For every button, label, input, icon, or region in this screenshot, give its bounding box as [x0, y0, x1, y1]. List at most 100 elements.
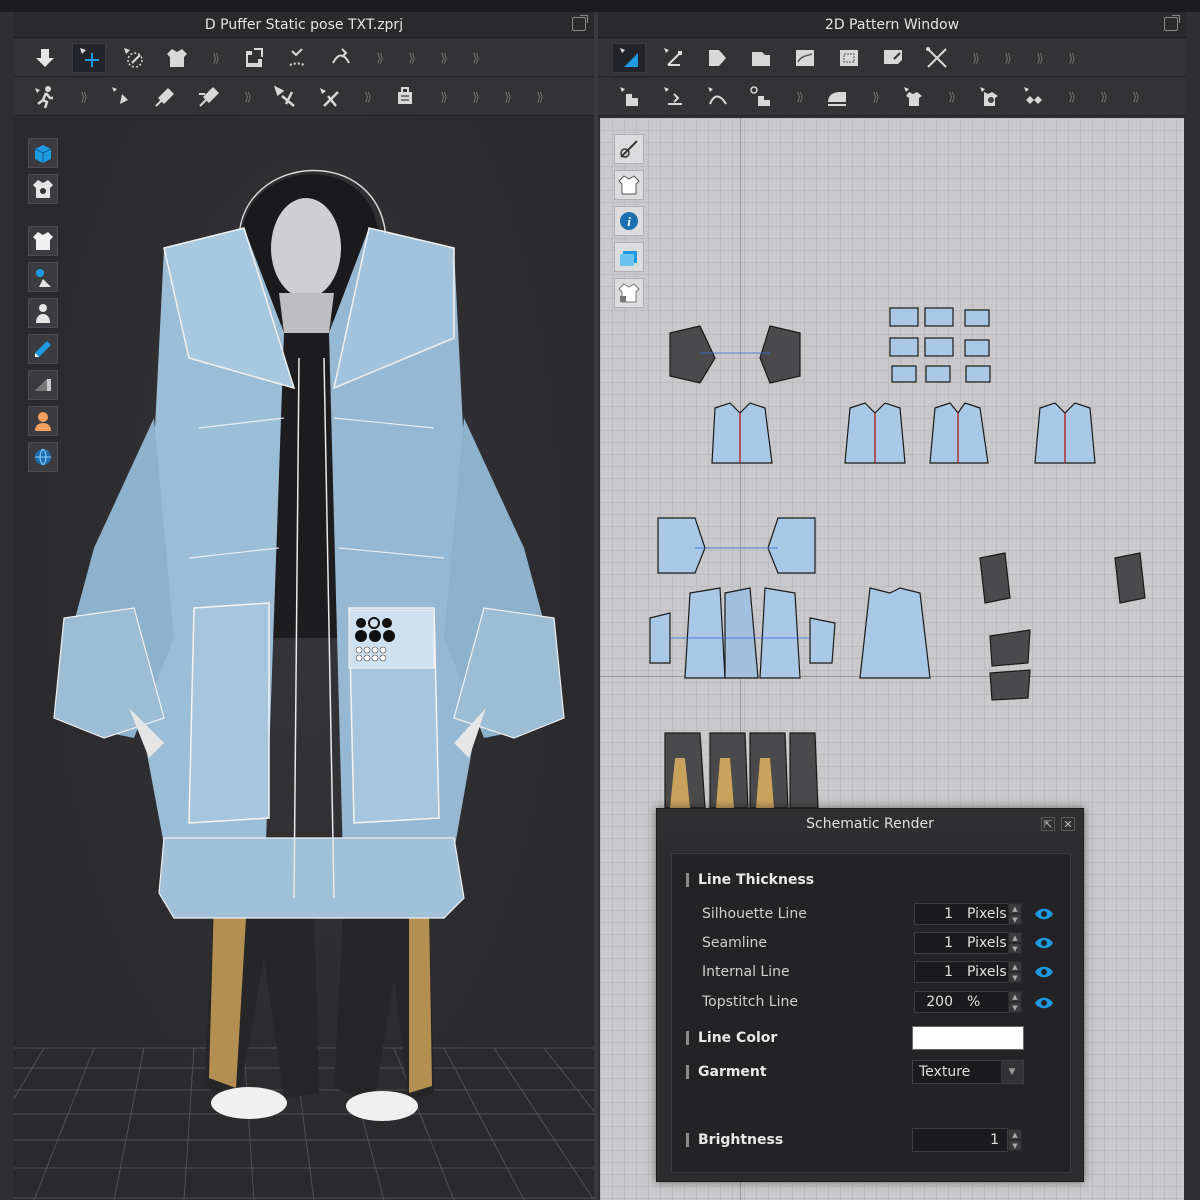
tack-icon[interactable]	[280, 43, 314, 73]
3d-window: D Puffer Static pose TXT.zprj ⟩⟩ ⟩⟩ ⟩⟩ ⟩…	[14, 12, 594, 1200]
toolbar-separator: ⟩⟩	[872, 89, 879, 104]
transform-pattern-icon[interactable]	[612, 42, 646, 73]
toolbar-separator: ⟩⟩	[796, 89, 803, 104]
seamline-input[interactable]: 1 Pixels	[914, 932, 1010, 954]
left-edge	[0, 12, 14, 1200]
internal-line-value: 1	[944, 964, 953, 980]
toolbar-separator: ⟩⟩	[1068, 50, 1075, 65]
app-window: D Puffer Static pose TXT.zprj ⟩⟩ ⟩⟩ ⟩⟩ ⟩…	[0, 0, 1200, 1200]
pin-dialog-icon[interactable]: ⇱	[1041, 817, 1055, 831]
topstitch-line-value: 200	[926, 994, 953, 1010]
internal-line-unit: Pixels	[967, 964, 1007, 980]
garment-select-value: Texture	[919, 1064, 971, 1080]
toolbar-separator: ⟩⟩	[948, 89, 955, 104]
select-mesh-icon[interactable]	[116, 43, 150, 73]
toolbar-separator: ⟩⟩	[1004, 50, 1011, 65]
pin-line-icon[interactable]	[192, 82, 226, 112]
dialog-title: Schematic Render	[806, 816, 934, 832]
line-thickness-heading: Line Thickness	[686, 872, 814, 888]
internal-line-input[interactable]: 1 Pixels	[914, 961, 1010, 983]
silhouette-line-input[interactable]: 1 Pixels	[914, 903, 1010, 925]
seamline-spinner[interactable]: ▲ ▼	[1008, 932, 1022, 954]
toolbar-separator: ⟩⟩	[1068, 89, 1075, 104]
toolbar-separator: ⟩⟩	[376, 50, 383, 65]
pin-box-icon[interactable]	[148, 82, 182, 112]
rectangle-icon[interactable]	[744, 43, 778, 73]
schematic-render-dialog: Schematic Render ⇱ ✕ Line Thickness Silh…	[656, 808, 1084, 1182]
3d-toolbar-row1: ⟩⟩ ⟩⟩ ⟩⟩ ⟩⟩ ⟩⟩	[14, 39, 594, 77]
garment-select[interactable]: Texture ▼	[912, 1060, 1024, 1084]
line-color-heading: Line Color	[686, 1030, 777, 1046]
dart-icon[interactable]	[876, 43, 910, 73]
maximize-2d-icon[interactable]	[1164, 15, 1180, 31]
internal-line-eye-icon[interactable]	[1034, 965, 1054, 979]
line-color-swatch[interactable]	[912, 1026, 1024, 1050]
maximize-3d-icon[interactable]	[572, 15, 588, 31]
brightness-heading: Brightness	[686, 1132, 783, 1148]
silhouette-line-spinner[interactable]: ▲ ▼	[1008, 903, 1022, 925]
2d-toolbar-row2: ⟩⟩ ⟩⟩ ⟩⟩ ⟩⟩ ⟩⟩ ⟩⟩	[598, 78, 1186, 116]
internal-polygon-icon[interactable]	[832, 43, 866, 73]
3d-viewport[interactable]	[14, 118, 594, 1200]
pin-icon[interactable]	[104, 82, 138, 112]
seamline-eye-icon[interactable]	[1034, 936, 1054, 950]
polygon-icon[interactable]	[700, 43, 734, 73]
chevron-down-icon: ▼	[1001, 1061, 1023, 1083]
free-sewing-icon[interactable]	[656, 82, 690, 112]
brightness-spinner[interactable]: ▲ ▼	[1008, 1129, 1022, 1151]
menu-strip	[0, 0, 1200, 12]
toolbar-separator: ⟩⟩	[80, 89, 87, 104]
segment-sewing-icon[interactable]	[612, 82, 646, 112]
internal-line-spinner[interactable]: ▲ ▼	[1008, 961, 1022, 983]
fold-arrange-icon[interactable]	[236, 43, 270, 73]
internal-line-label: Internal Line	[702, 964, 790, 980]
avatar-walk-icon[interactable]	[28, 82, 62, 112]
fabric-icon[interactable]	[388, 82, 422, 112]
silhouette-line-label: Silhouette Line	[702, 906, 807, 922]
edit-sewing-icon[interactable]	[744, 82, 778, 112]
seamline-label: Seamline	[702, 935, 767, 951]
sewing-curve-icon[interactable]	[700, 82, 734, 112]
brightness-input[interactable]: 1	[912, 1128, 1008, 1152]
3d-window-title: D Puffer Static pose TXT.zprj	[204, 16, 404, 33]
measure-icon[interactable]	[268, 82, 302, 112]
toolbar-separator: ⟩⟩	[472, 89, 479, 104]
topstitch-line-unit: %	[967, 994, 981, 1010]
topstitch-line-input[interactable]: 200%	[914, 991, 1010, 1013]
toolbar-separator: ⟩⟩	[212, 50, 219, 65]
seamline-unit: Pixels	[967, 935, 1007, 951]
shirt-icon[interactable]	[896, 82, 930, 112]
silhouette-line-unit: Pixels	[967, 906, 1007, 922]
close-dialog-icon[interactable]: ✕	[1061, 817, 1075, 831]
zipper-icon[interactable]	[1016, 82, 1050, 112]
toolbar-separator: ⟩⟩	[1132, 89, 1139, 104]
topstitch-line-spinner[interactable]: ▲ ▼	[1008, 991, 1022, 1013]
3d-window-title-bar: D Puffer Static pose TXT.zprj	[14, 12, 594, 38]
toolbar-separator: ⟩⟩	[440, 50, 447, 65]
select-move-icon[interactable]	[72, 42, 106, 73]
toolbar-separator: ⟩⟩	[440, 89, 447, 104]
topstitch-eye-icon[interactable]	[1034, 996, 1054, 1010]
iron-icon[interactable]	[820, 82, 854, 112]
toolbar-separator: ⟩⟩	[1100, 89, 1107, 104]
button-icon[interactable]	[972, 82, 1006, 112]
garment-heading: Garment	[686, 1064, 767, 1080]
toolbar-separator: ⟩⟩	[536, 89, 543, 104]
toolbar-separator: ⟩⟩	[504, 89, 511, 104]
garment-icon[interactable]	[160, 43, 194, 73]
toolbar-separator: ⟩⟩	[972, 50, 979, 65]
3d-avatar-garment	[14, 169, 594, 1200]
ellipse-icon[interactable]	[788, 43, 822, 73]
simulate-icon[interactable]	[28, 43, 62, 73]
dialog-body: Line Thickness Silhouette Line 1 Pixels ▲…	[671, 853, 1071, 1173]
cut-icon[interactable]	[920, 43, 954, 73]
right-edge	[1186, 12, 1200, 1200]
silhouette-eye-icon[interactable]	[1034, 907, 1054, 921]
edit-point-icon[interactable]	[656, 43, 690, 73]
silhouette-line-value: 1	[944, 906, 953, 922]
tape-icon[interactable]	[312, 82, 346, 112]
2d-toolbar-row1: ⟩⟩ ⟩⟩ ⟩⟩ ⟩⟩	[598, 39, 1186, 77]
tack-curve-icon[interactable]	[324, 43, 358, 73]
toolbar-separator: ⟩⟩	[244, 89, 251, 104]
toolbar-separator: ⟩⟩	[364, 89, 371, 104]
